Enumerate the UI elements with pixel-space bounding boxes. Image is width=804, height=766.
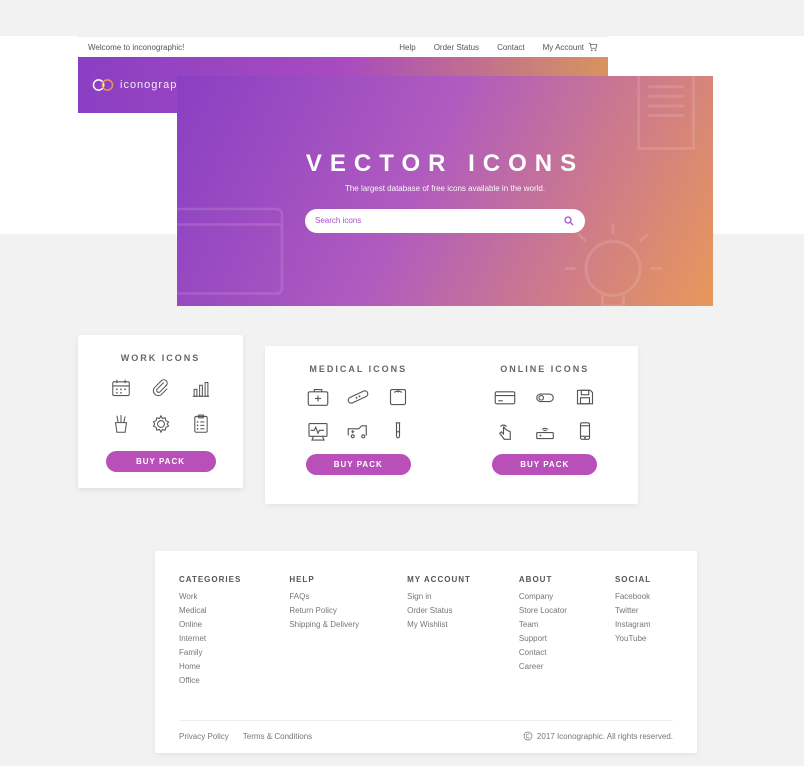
footer-col-help: HELP FAQs Return Policy Shipping & Deliv… [289, 575, 359, 690]
footer-bottom: Privacy Policy Terms & Conditions 2017 I… [179, 720, 673, 741]
bulb-decor-icon [553, 216, 673, 306]
footer-link[interactable]: Team [519, 620, 567, 629]
heart-monitor-icon [306, 420, 330, 442]
footer: CATEGORIES Work Medical Online Internet … [155, 551, 697, 753]
footer-col-about: ABOUT Company Store Locator Team Support… [519, 575, 567, 690]
footer-link[interactable]: Twitter [615, 606, 651, 615]
footer-heading-help: HELP [289, 575, 359, 584]
footer-link[interactable]: Internet [179, 634, 241, 643]
paperclip-icon [150, 377, 172, 399]
welcome-text: Welcome to inconographic! [88, 43, 184, 52]
floppy-disk-icon [573, 386, 597, 408]
footer-heading-categories: CATEGORIES [179, 575, 241, 584]
footer-heading-account: MY ACCOUNT [407, 575, 471, 584]
packs-panel: MEDICAL ICONS BUY PACK ONLINE ICONS BUY … [265, 346, 638, 504]
footer-columns: CATEGORIES Work Medical Online Internet … [179, 575, 673, 690]
copyright-icon [523, 731, 533, 741]
privacy-link[interactable]: Privacy Policy [179, 732, 229, 741]
footer-legal: Privacy Policy Terms & Conditions [179, 732, 312, 741]
order-status-link[interactable]: Order Status [434, 43, 479, 52]
test-tube-icon [386, 420, 410, 442]
buy-pack-button-work[interactable]: BUY PACK [106, 451, 216, 472]
footer-link[interactable]: Company [519, 592, 567, 601]
footer-link[interactable]: Shipping & Delivery [289, 620, 359, 629]
footer-col-account: MY ACCOUNT Sign in Order Status My Wishl… [407, 575, 471, 690]
icon-grid-medical [306, 386, 410, 442]
footer-col-social: SOCIAL Facebook Twitter Instagram YouTub… [615, 575, 651, 690]
hero-title: VECTOR ICONS [306, 150, 584, 178]
footer-link[interactable]: YouTube [615, 634, 651, 643]
terms-link[interactable]: Terms & Conditions [243, 732, 312, 741]
scale-icon [386, 386, 410, 408]
document-decor-icon [628, 76, 713, 176]
footer-link[interactable]: Online [179, 620, 241, 629]
computer-decor-icon [177, 196, 297, 306]
wifi-router-icon [533, 420, 557, 442]
footer-link[interactable]: Medical [179, 606, 241, 615]
first-aid-icon [306, 386, 330, 408]
footer-link[interactable]: My Wishlist [407, 620, 471, 629]
pack-title-medical: MEDICAL ICONS [309, 364, 407, 374]
footer-link[interactable]: Work [179, 592, 241, 601]
footer-link[interactable]: Facebook [615, 592, 651, 601]
buy-pack-button-online[interactable]: BUY PACK [492, 454, 597, 475]
hero: VECTOR ICONS The largest database of fre… [177, 76, 713, 306]
footer-link[interactable]: Home [179, 662, 241, 671]
logo-icon [92, 77, 114, 93]
toggle-icon [533, 386, 557, 408]
footer-link[interactable]: Family [179, 648, 241, 657]
contact-link[interactable]: Contact [497, 43, 525, 52]
footer-heading-about: ABOUT [519, 575, 567, 584]
cart-icon [588, 42, 598, 52]
pack-card-medical: MEDICAL ICONS BUY PACK [265, 346, 452, 504]
pack-title-work: WORK ICONS [121, 353, 201, 363]
clipboard-icon [190, 413, 212, 435]
icon-grid-online [493, 386, 597, 442]
topbar-links: Help Order Status Contact My Account [399, 42, 598, 52]
footer-col-categories: CATEGORIES Work Medical Online Internet … [179, 575, 241, 690]
pack-title-online: ONLINE ICONS [500, 364, 589, 374]
footer-link[interactable]: Sign in [407, 592, 471, 601]
hero-subtitle: The largest database of free icons avail… [345, 184, 545, 193]
footer-copyright: 2017 Iconographic. All rights reserved. [523, 731, 673, 741]
copyright-text: 2017 Iconographic. All rights reserved. [537, 732, 673, 741]
footer-link[interactable]: Store Locator [519, 606, 567, 615]
smartphone-icon [573, 420, 597, 442]
credit-card-icon [493, 386, 517, 408]
pack-card-online: ONLINE ICONS BUY PACK [452, 346, 639, 504]
search-input[interactable] [315, 216, 563, 225]
footer-link[interactable]: Contact [519, 648, 567, 657]
bandage-icon [346, 386, 370, 408]
buy-pack-button-medical[interactable]: BUY PACK [306, 454, 411, 475]
help-link[interactable]: Help [399, 43, 415, 52]
topbar: Welcome to inconographic! Help Order Sta… [78, 36, 608, 57]
footer-link[interactable]: Office [179, 676, 241, 685]
gear-icon [150, 413, 172, 435]
tap-icon [493, 420, 517, 442]
icon-grid-work [110, 377, 212, 435]
pencil-cup-icon [110, 413, 132, 435]
calendar-icon [110, 377, 132, 399]
footer-link[interactable]: Instagram [615, 620, 651, 629]
footer-link[interactable]: FAQs [289, 592, 359, 601]
footer-link[interactable]: Career [519, 662, 567, 671]
my-account-link[interactable]: My Account [543, 42, 598, 52]
ambulance-icon [346, 420, 370, 442]
pack-card-work: WORK ICONS BUY PACK [78, 335, 243, 488]
footer-link[interactable]: Support [519, 634, 567, 643]
chart-icon [190, 377, 212, 399]
footer-link[interactable]: Return Policy [289, 606, 359, 615]
footer-heading-social: SOCIAL [615, 575, 651, 584]
footer-link[interactable]: Order Status [407, 606, 471, 615]
search-bar [305, 209, 585, 233]
my-account-label: My Account [543, 43, 584, 52]
